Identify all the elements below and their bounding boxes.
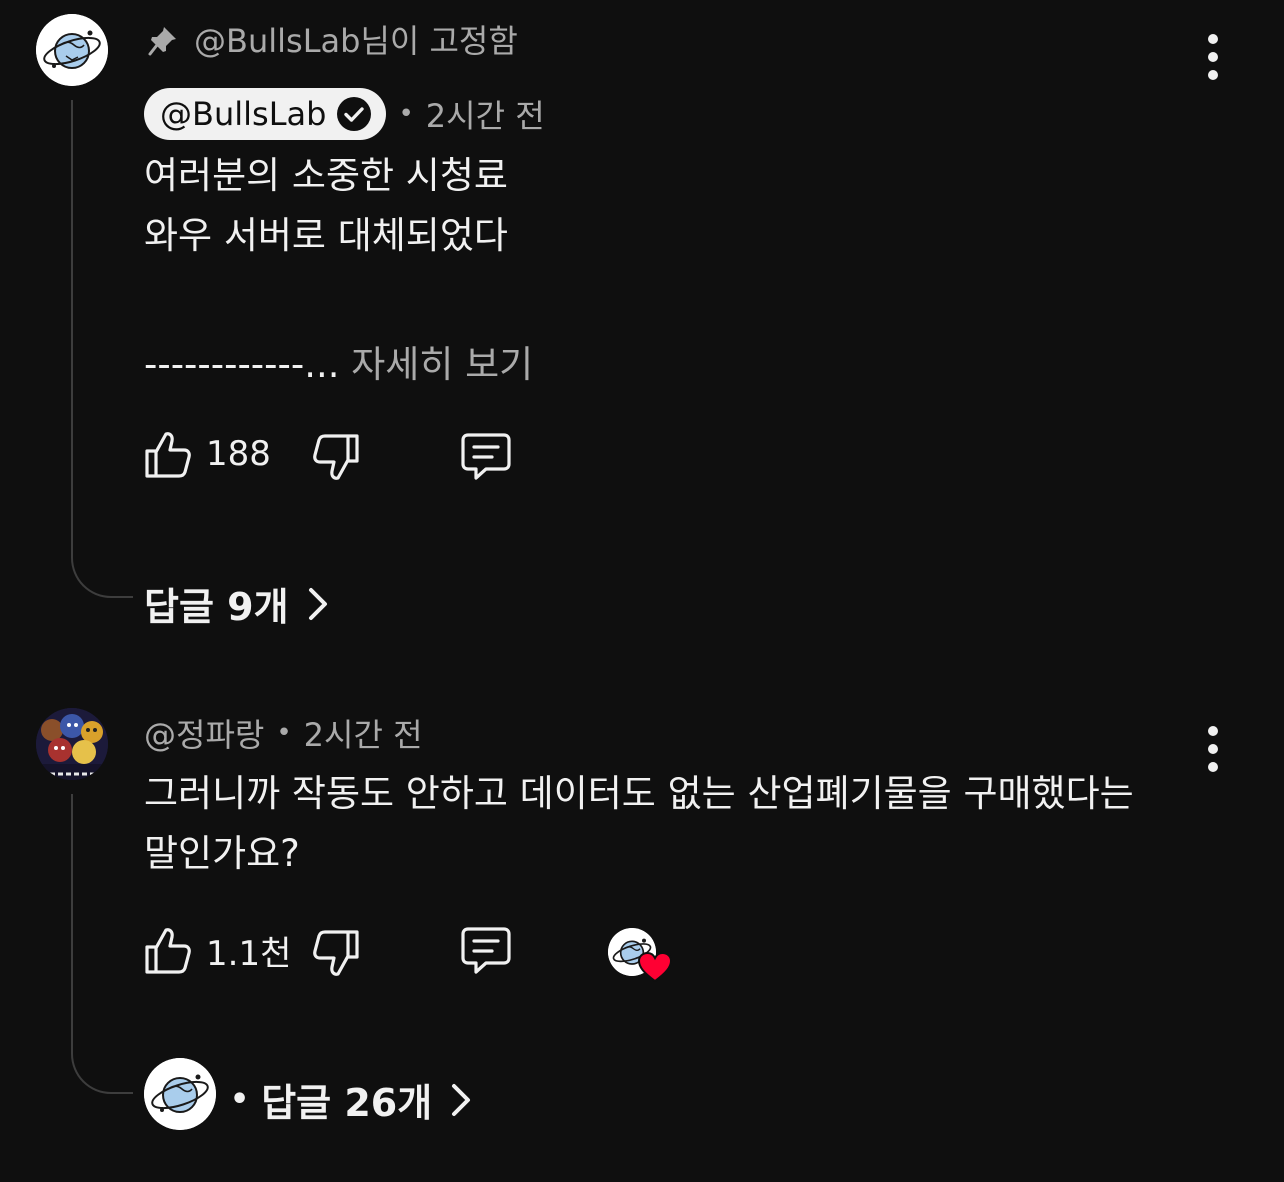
thumbs-down-icon bbox=[313, 434, 359, 480]
thread-line bbox=[71, 100, 73, 552]
thread-curve bbox=[71, 1046, 133, 1094]
author-avatar-bullslab[interactable] bbox=[36, 14, 108, 86]
globe-planet-icon bbox=[36, 14, 108, 86]
thumbs-up-icon bbox=[145, 928, 191, 974]
comment-time[interactable]: 2시간 전 bbox=[426, 91, 545, 137]
author-avatar-jungparang[interactable] bbox=[36, 708, 108, 780]
reply-button[interactable] bbox=[460, 926, 512, 976]
thumbs-up-icon bbox=[145, 432, 191, 478]
like-button[interactable]: 188 bbox=[144, 428, 271, 480]
author-name: @BullsLab bbox=[160, 95, 327, 133]
replies-count-label: 답글 26개 bbox=[261, 1081, 433, 1125]
pinned-label: @BullsLab님이 고정함 bbox=[194, 22, 518, 60]
comment-header: @BullsLab • 2시간 전 bbox=[144, 88, 545, 140]
like-button[interactable]: 1.1천 bbox=[144, 924, 291, 976]
creator-heart-icon bbox=[638, 952, 672, 982]
truncated-line: ------------... bbox=[144, 343, 340, 386]
chevron-right-icon bbox=[450, 1082, 472, 1118]
comment-body: 그러니까 작동도 안하고 데이터도 없는 산업폐기물을 구매했다는 말인가요? bbox=[144, 764, 1134, 884]
dislike-button[interactable] bbox=[312, 432, 360, 484]
pinned-indicator: @BullsLab님이 고정함 bbox=[148, 16, 518, 62]
more-options-button[interactable] bbox=[1206, 726, 1220, 780]
game-characters-avatar bbox=[36, 708, 108, 780]
thumbs-down-icon bbox=[313, 930, 359, 976]
comment-body: 여러분의 소중한 시청료 와우 서버로 대체되었다 bbox=[144, 146, 508, 266]
separator-dot: • bbox=[276, 718, 292, 748]
comment-body-line: 그러니까 작동도 안하고 데이터도 없는 산업폐기물을 구매했다는 bbox=[144, 772, 1134, 815]
separator-dot: • bbox=[230, 1082, 250, 1117]
pin-icon bbox=[148, 22, 180, 56]
globe-planet-icon bbox=[144, 1058, 216, 1130]
read-more-link[interactable]: 자세히 보기 bbox=[351, 343, 533, 386]
dislike-button[interactable] bbox=[312, 928, 360, 980]
verified-icon bbox=[336, 96, 372, 132]
chevron-right-icon bbox=[307, 586, 329, 622]
reply-comment-icon bbox=[461, 927, 511, 974]
like-count: 188 bbox=[206, 434, 271, 474]
like-count: 1.1천 bbox=[206, 933, 292, 974]
thread-curve bbox=[71, 550, 133, 598]
view-replies-button[interactable]: • 답글 26개 bbox=[230, 1072, 472, 1127]
reply-button[interactable] bbox=[460, 432, 512, 482]
author-name[interactable]: @정파랑 bbox=[144, 710, 264, 756]
comment-header: @정파랑 • 2시간 전 bbox=[144, 710, 423, 756]
view-replies-button[interactable]: 답글 9개 bbox=[144, 576, 329, 631]
comment-time[interactable]: 2시간 전 bbox=[304, 710, 423, 756]
comment-body-line: 말인가요? bbox=[144, 832, 300, 875]
replies-count-label: 답글 9개 bbox=[144, 585, 289, 629]
truncated-text: ------------... 자세히 보기 bbox=[144, 334, 533, 388]
comment-body-line: 와우 서버로 대체되었다 bbox=[144, 214, 508, 257]
reply-author-avatar bbox=[144, 1058, 216, 1130]
comments-panel: @BullsLab님이 고정함 @BullsLab • 2시간 전 여러분의 소… bbox=[0, 0, 1284, 1182]
more-options-button[interactable] bbox=[1206, 34, 1220, 88]
thread-line bbox=[71, 794, 73, 1048]
reply-comment-icon bbox=[461, 433, 511, 480]
author-chip[interactable]: @BullsLab bbox=[144, 88, 387, 140]
comment-body-line: 여러분의 소중한 시청료 bbox=[144, 154, 508, 197]
separator-dot: • bbox=[398, 99, 414, 129]
